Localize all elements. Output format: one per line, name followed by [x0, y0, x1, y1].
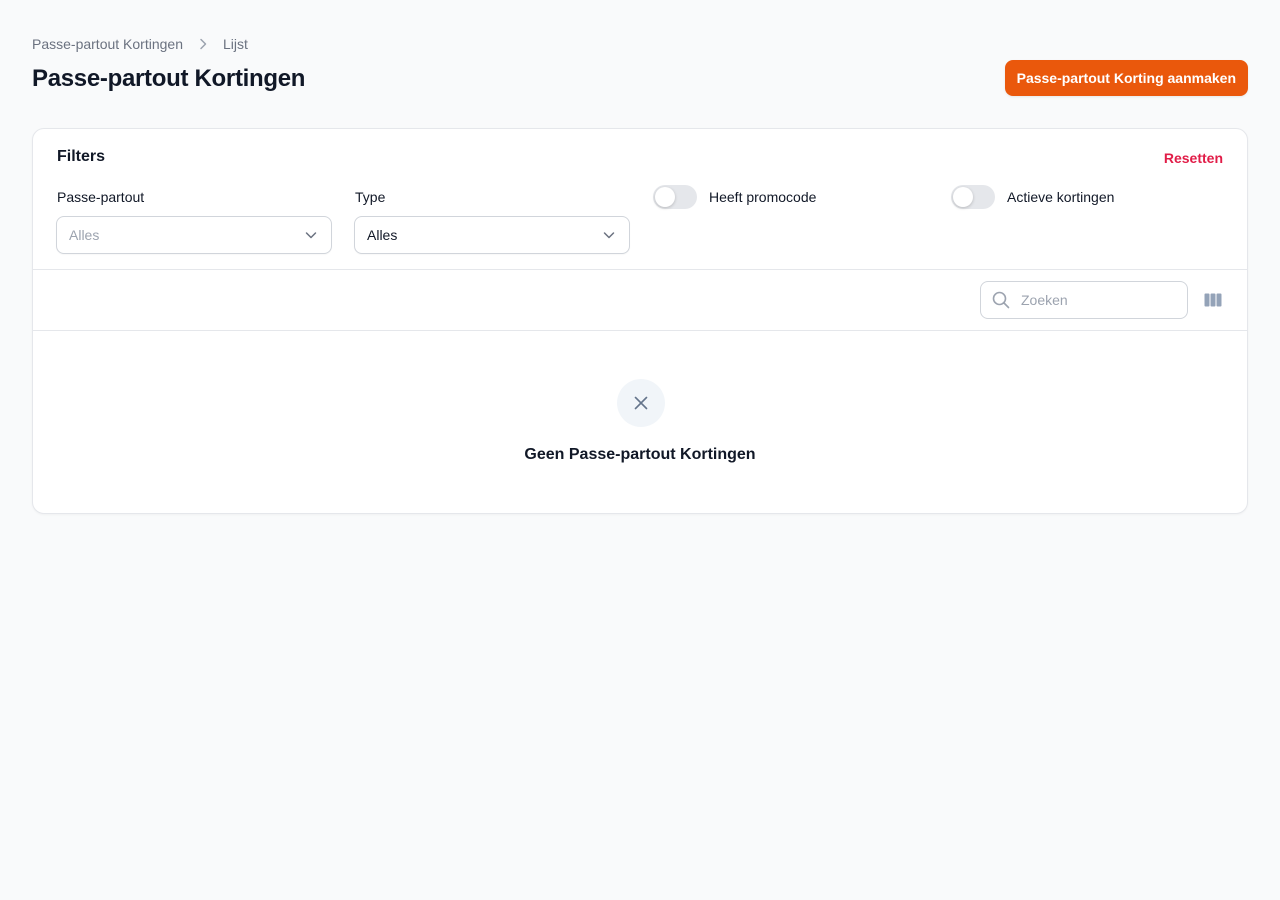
passe-partout-select-value: Alles — [69, 227, 100, 243]
search-input[interactable] — [1021, 292, 1171, 308]
page: Passe-partout Kortingen Lijst Passe-part… — [0, 0, 1280, 900]
x-icon — [631, 393, 651, 413]
toolbar-divider — [33, 330, 1247, 331]
has-promocode-label: Heeft promocode — [709, 189, 817, 205]
passe-partout-filter-label: Passe-partout — [57, 189, 145, 205]
filters-divider — [33, 269, 1247, 270]
search-icon — [991, 290, 1011, 310]
chevron-right-icon — [195, 36, 211, 52]
search-field[interactable] — [980, 281, 1188, 319]
toggle-knob — [655, 187, 675, 207]
type-select-value: Alles — [367, 227, 398, 243]
type-select[interactable]: Alles — [354, 216, 630, 254]
breadcrumb: Passe-partout Kortingen Lijst — [32, 35, 248, 53]
create-discount-button[interactable]: Passe-partout Korting aanmaken — [1004, 60, 1248, 96]
table-card: Filters Resetten Passe-partout Alles Typ… — [32, 128, 1248, 514]
active-discounts-filter: Actieve kortingen — [951, 185, 1114, 209]
active-discounts-toggle[interactable] — [951, 185, 995, 209]
columns-icon[interactable] — [1203, 290, 1223, 310]
active-discounts-label: Actieve kortingen — [1007, 189, 1115, 205]
breadcrumb-item-lijst: Lijst — [222, 36, 248, 52]
reset-filters-link[interactable]: Resetten — [1164, 150, 1223, 166]
page-title: Passe-partout Kortingen — [32, 65, 306, 92]
empty-state-heading: Geen Passe-partout Kortingen — [524, 446, 756, 463]
has-promocode-filter: Heeft promocode — [653, 185, 816, 209]
filters-heading: Filters — [57, 148, 106, 165]
type-filter-label: Type — [355, 189, 386, 205]
breadcrumb-item-kortingen[interactable]: Passe-partout Kortingen — [32, 35, 183, 53]
has-promocode-toggle[interactable] — [653, 185, 697, 209]
passe-partout-select[interactable]: Alles — [56, 216, 332, 254]
chevron-down-icon — [601, 227, 617, 243]
toggle-knob — [953, 187, 973, 207]
chevron-down-icon — [303, 227, 319, 243]
empty-state-icon-wrap — [617, 379, 665, 427]
